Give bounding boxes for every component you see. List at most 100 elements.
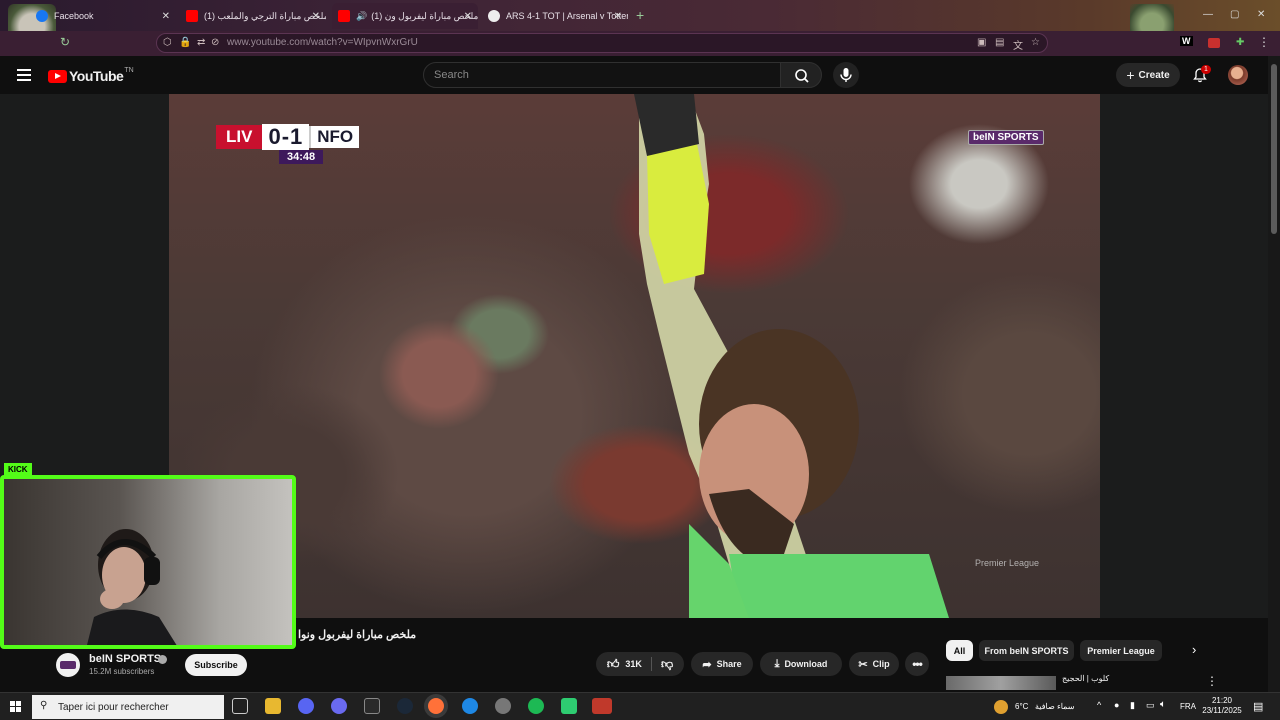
reader-icon[interactable]: ▤ bbox=[995, 37, 1004, 48]
tab-esperance-summary[interactable]: (1) ملخص مباراة الترجي والملعب ✕ bbox=[180, 3, 326, 29]
close-tab-icon[interactable]: ✕ bbox=[614, 11, 622, 22]
tracking-icon[interactable]: ⊘ bbox=[211, 37, 219, 48]
dislike-button[interactable]: 👎︎ bbox=[661, 657, 673, 672]
away-team: NFO bbox=[309, 126, 360, 148]
translate-icon[interactable]: 文 bbox=[1013, 37, 1023, 52]
divider bbox=[650, 657, 652, 671]
youtube-header: YouTube TN + Create 1 bbox=[0, 56, 1268, 94]
steam-icon[interactable] bbox=[397, 698, 413, 714]
browser-menu-icon[interactable]: ⋮ bbox=[1258, 35, 1270, 49]
battlenet-icon[interactable] bbox=[462, 698, 478, 714]
address-bar-row: ↻ ⬡ 🔒 ⇄ ⊘ www.youtube.com/watch?v=WIpvnW… bbox=[0, 31, 1280, 56]
logo-text: YouTube bbox=[69, 68, 124, 84]
tray-chevron-up-icon[interactable]: ^ bbox=[1097, 700, 1101, 710]
spotify-icon[interactable] bbox=[528, 698, 544, 714]
system-clock[interactable]: 21:20 23/11/2025 bbox=[1200, 696, 1244, 716]
windows-start-icon[interactable] bbox=[10, 701, 22, 713]
input-language[interactable]: FRA bbox=[1180, 702, 1196, 711]
picture-in-picture-icon[interactable]: ▣ bbox=[977, 37, 986, 48]
shield-icon[interactable]: ⬡ bbox=[163, 37, 172, 48]
minimize-icon[interactable]: — bbox=[1203, 9, 1213, 20]
lock-icon[interactable]: 🔒 bbox=[179, 37, 191, 48]
recommendation-more-icon[interactable]: ⋮ bbox=[1206, 674, 1218, 688]
new-tab-button[interactable]: + bbox=[636, 7, 644, 23]
home-team: LIV bbox=[216, 125, 263, 149]
maximize-icon[interactable]: ▢ bbox=[1230, 9, 1239, 20]
channel-name[interactable]: beIN SPORTS bbox=[89, 653, 161, 665]
more-actions-button[interactable]: ••• bbox=[905, 652, 929, 676]
goalkeeper-figure bbox=[634, 94, 949, 618]
create-label: Create bbox=[1138, 69, 1170, 81]
user-avatar[interactable] bbox=[1228, 65, 1248, 85]
tray-app-icon[interactable]: ● bbox=[1114, 700, 1119, 710]
voice-search-button[interactable] bbox=[833, 62, 859, 88]
more-horizontal-icon: ••• bbox=[912, 657, 923, 671]
file-explorer-icon[interactable] bbox=[265, 698, 281, 714]
video-app-icon[interactable] bbox=[592, 698, 612, 714]
weather-icon[interactable] bbox=[994, 700, 1008, 714]
chip-premier-league[interactable]: Premier League bbox=[1080, 640, 1162, 661]
create-button[interactable]: + Create bbox=[1116, 63, 1180, 87]
thumbs-up-icon: 👍︎ bbox=[606, 656, 620, 671]
tab-label: (1) ملخص مباراة ليفربول ون bbox=[371, 10, 478, 21]
site-settings-icon[interactable]: ⇄ bbox=[197, 37, 205, 48]
facebook-icon bbox=[36, 10, 48, 22]
extension-w-icon[interactable]: W bbox=[1180, 36, 1193, 46]
epic-games-icon[interactable] bbox=[364, 698, 380, 714]
audio-playing-icon[interactable]: 🔊 bbox=[356, 11, 367, 22]
bookmark-star-icon[interactable]: ☆ bbox=[1031, 37, 1040, 48]
search-input[interactable] bbox=[424, 63, 780, 87]
close-tab-icon[interactable]: ✕ bbox=[312, 11, 320, 22]
clip-button[interactable]: ✂ Clip bbox=[849, 652, 899, 676]
extension-puzzle-icon[interactable]: ✚ bbox=[1236, 37, 1244, 48]
channel-avatar[interactable] bbox=[56, 653, 80, 677]
app-icon[interactable] bbox=[331, 698, 347, 714]
close-window-icon[interactable]: ✕ bbox=[1257, 9, 1265, 20]
logo-region: TN bbox=[124, 66, 134, 74]
scoreboard: LIV 0-1 NFO bbox=[216, 124, 360, 150]
tab-arsenal-tottenham[interactable]: ARS 4-1 TOT | Arsenal v Tottenh ✕ bbox=[482, 3, 628, 29]
taskbar-search[interactable]: ⚲ Taper ici pour rechercher bbox=[32, 695, 224, 719]
chip-all[interactable]: All bbox=[946, 640, 973, 661]
extension-abp-icon[interactable] bbox=[1208, 38, 1220, 48]
chip-from-bein-sports[interactable]: From beIN SPORTS bbox=[979, 640, 1074, 661]
premier-league-watermark: Premier League bbox=[975, 558, 1040, 568]
address-bar[interactable]: ⬡ 🔒 ⇄ ⊘ www.youtube.com/watch?v=WIpvnWxr… bbox=[156, 33, 1048, 53]
volume-icon[interactable]: 🔈︎ bbox=[1160, 699, 1166, 710]
close-tab-icon[interactable]: ✕ bbox=[162, 11, 170, 22]
weather-temperature[interactable]: 6°C bbox=[1015, 702, 1028, 711]
search-button[interactable] bbox=[780, 62, 822, 88]
tab-facebook[interactable]: Facebook ✕ bbox=[30, 3, 176, 29]
video-frame[interactable]: LIV 0-1 NFO 34:48 beIN SPORTS Premier Le… bbox=[169, 94, 1100, 618]
task-view-icon[interactable] bbox=[232, 698, 248, 714]
share-button[interactable]: ➦ Share bbox=[691, 652, 753, 676]
reload-icon[interactable]: ↻ bbox=[60, 35, 70, 49]
weather-description[interactable]: سماء صافية bbox=[1035, 702, 1075, 711]
clip-label: Clip bbox=[872, 659, 890, 669]
notification-center-icon[interactable]: ▤ bbox=[1253, 700, 1263, 713]
subscribe-button[interactable]: Subscribe bbox=[185, 654, 247, 676]
app-green-icon[interactable] bbox=[561, 698, 577, 714]
search-box[interactable] bbox=[423, 62, 781, 88]
tab-liverpool-summary[interactable]: 🔊 (1) ملخص مباراة ليفربول ون ✕ bbox=[332, 3, 478, 29]
recommendation-title[interactable]: كلوب | الحجيج bbox=[1062, 674, 1109, 683]
hamburger-menu-icon[interactable] bbox=[17, 69, 31, 81]
download-button[interactable]: ⤓ Download bbox=[760, 652, 842, 676]
microphone-tray-icon[interactable]: ▮ bbox=[1130, 700, 1135, 711]
share-label: Share bbox=[716, 659, 742, 669]
url-text[interactable]: www.youtube.com/watch?v=WIpvnWxrGrU bbox=[227, 37, 418, 48]
chevron-right-icon[interactable]: › bbox=[1192, 642, 1196, 657]
network-icon[interactable]: ▭ bbox=[1146, 700, 1155, 711]
youtube-icon bbox=[186, 10, 198, 22]
youtube-logo[interactable]: YouTube TN bbox=[48, 66, 134, 84]
discord-icon[interactable] bbox=[298, 698, 314, 714]
page-scrollbar[interactable] bbox=[1268, 56, 1280, 696]
firefox-icon[interactable] bbox=[428, 698, 444, 714]
controller-icon[interactable] bbox=[495, 698, 511, 714]
youtube-play-icon bbox=[48, 69, 67, 83]
webcam-overlay bbox=[0, 475, 296, 649]
close-tab-icon[interactable]: ✕ bbox=[464, 11, 472, 22]
site-icon bbox=[488, 10, 500, 22]
like-button[interactable]: 👍︎ 31K bbox=[607, 657, 642, 672]
recommendation-thumbnail[interactable] bbox=[946, 676, 1056, 690]
